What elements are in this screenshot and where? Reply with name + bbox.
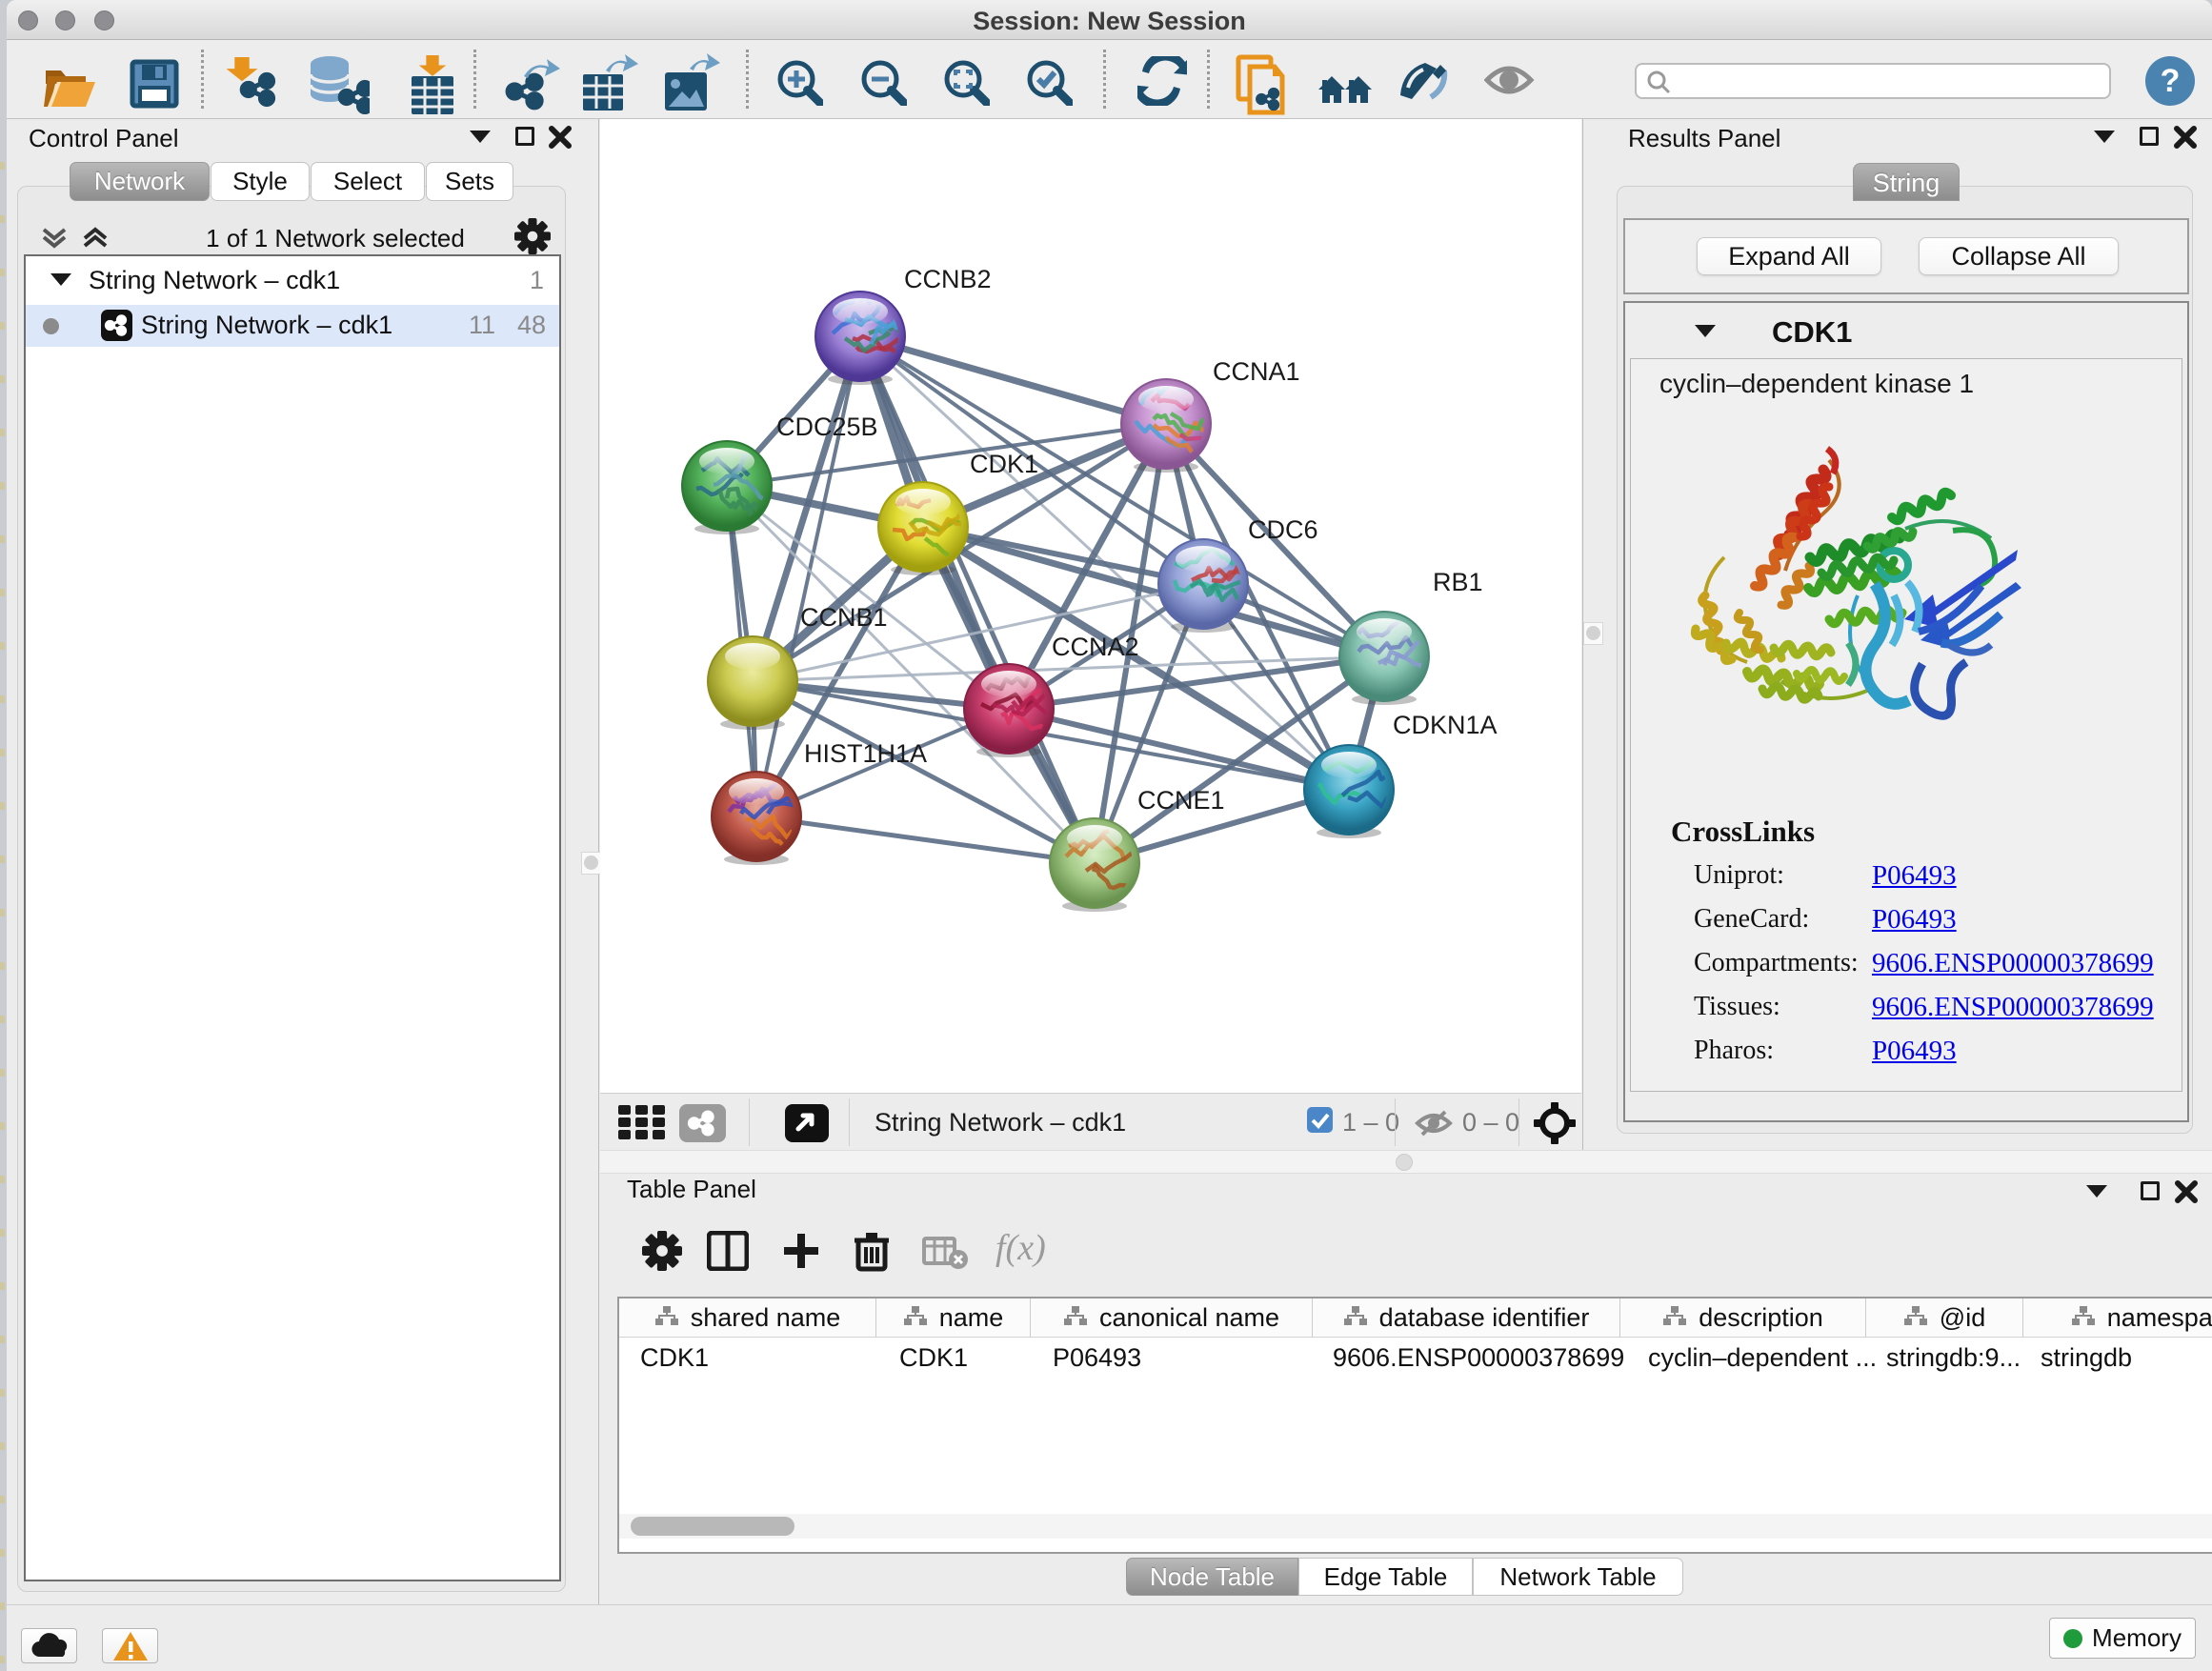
svg-text:CCNB2: CCNB2 [904,265,992,293]
svg-text:CDK1: CDK1 [970,450,1038,478]
svg-text:CDKN1A: CDKN1A [1393,711,1498,739]
svg-text:CDC25B: CDC25B [776,413,878,441]
svg-text:CDC6: CDC6 [1248,515,1318,544]
svg-text:CCNA2: CCNA2 [1052,633,1139,661]
svg-text:CCNA1: CCNA1 [1213,357,1300,386]
svg-text:CCNE1: CCNE1 [1137,786,1225,815]
svg-text:CCNB1: CCNB1 [800,603,888,632]
svg-text:HIST1H1A: HIST1H1A [804,739,927,768]
svg-text:RB1: RB1 [1433,568,1483,596]
